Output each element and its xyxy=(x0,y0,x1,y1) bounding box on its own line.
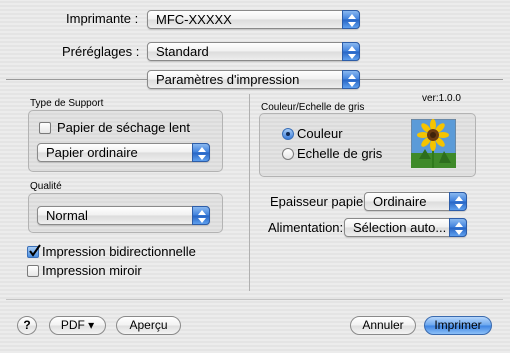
printer-popup[interactable]: MFC-XXXXX xyxy=(147,10,360,29)
printer-label: Imprimante : xyxy=(66,11,139,26)
updown-arrows-icon xyxy=(192,206,210,225)
quality-popup[interactable]: Normal xyxy=(37,206,210,225)
preview-button[interactable]: Aperçu xyxy=(116,316,181,335)
printer-value: MFC-XXXXX xyxy=(156,12,232,27)
updown-arrows-icon xyxy=(192,143,210,162)
presets-label: Préréglages : xyxy=(62,44,140,59)
color-group-label: Couleur/Echelle de gris xyxy=(261,102,365,113)
bidirectional-checkbox[interactable] xyxy=(27,244,41,258)
bidirectional-label: Impression bidirectionnelle xyxy=(42,244,196,259)
updown-arrows-icon xyxy=(342,42,360,61)
panel-popup[interactable]: Paramètres d'impression xyxy=(147,70,360,89)
panel-value: Paramètres d'impression xyxy=(156,72,300,87)
grayscale-radio[interactable] xyxy=(282,148,294,160)
feed-value: Sélection auto... xyxy=(353,220,447,235)
feed-label: Alimentation: xyxy=(268,220,344,235)
print-button[interactable]: Imprimer xyxy=(424,316,492,335)
thickness-popup[interactable]: Ordinaire xyxy=(364,192,467,211)
checkmark-icon xyxy=(29,244,41,257)
dry-paper-checkbox[interactable] xyxy=(39,122,51,134)
presets-popup[interactable]: Standard xyxy=(147,42,360,61)
dry-paper-label: Papier de séchage lent xyxy=(57,120,190,135)
thickness-label: Epaisseur papier: xyxy=(270,194,372,209)
presets-value: Standard xyxy=(156,44,209,59)
mirror-label: Impression miroir xyxy=(42,263,142,278)
updown-arrows-icon xyxy=(342,70,360,89)
sunflower-image-icon xyxy=(410,118,457,169)
column-divider xyxy=(249,94,250,291)
version-label: ver:1.0.0 xyxy=(422,93,461,104)
bottom-separator xyxy=(6,299,503,300)
media-group-label: Type de Support xyxy=(30,98,104,109)
paper-type-popup[interactable]: Papier ordinaire xyxy=(37,143,210,162)
color-option-label: Couleur xyxy=(297,126,343,141)
pdf-button[interactable]: PDF ▾ xyxy=(49,316,106,335)
paper-type-value: Papier ordinaire xyxy=(46,145,138,160)
quality-group-label: Qualité xyxy=(30,181,62,192)
mirror-checkbox[interactable] xyxy=(27,265,39,277)
feed-popup[interactable]: Sélection auto... xyxy=(344,218,467,237)
quality-value: Normal xyxy=(46,208,88,223)
thickness-value: Ordinaire xyxy=(373,194,427,209)
updown-arrows-icon xyxy=(449,192,467,211)
cancel-button[interactable]: Annuler xyxy=(350,316,416,335)
grayscale-option-label: Echelle de gris xyxy=(297,146,383,161)
updown-arrows-icon xyxy=(342,10,360,29)
help-button[interactable]: ? xyxy=(17,316,37,335)
updown-arrows-icon xyxy=(449,218,467,237)
color-radio[interactable] xyxy=(282,128,294,140)
